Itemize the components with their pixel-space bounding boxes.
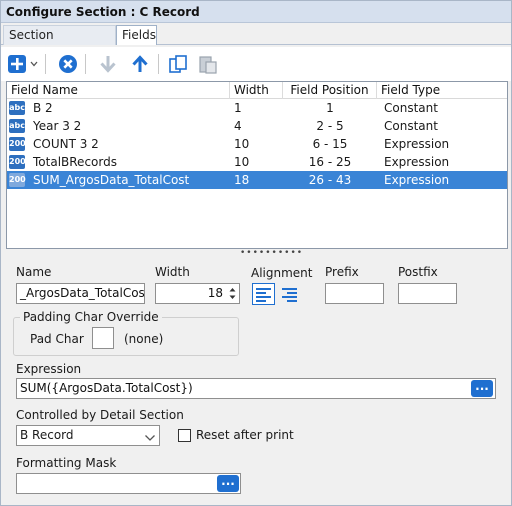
width-cell: 4	[234, 119, 242, 133]
padding-group-title: Padding Char Override	[20, 310, 162, 324]
align-left-icon[interactable]	[252, 283, 275, 305]
padding-char-group: Padding Char Override Pad Char (none)	[13, 310, 239, 356]
type-cell: Constant	[384, 119, 438, 133]
position-cell: 26 - 43	[308, 173, 352, 187]
position-cell: 6 - 15	[312, 137, 348, 151]
alignment-label: Alignment	[251, 266, 313, 280]
column-header-field-position[interactable]: Field Position	[283, 82, 377, 99]
postfix-label: Postfix	[398, 265, 438, 279]
table-row[interactable]: abc Year 3 2 4 2 - 5 Constant	[7, 117, 507, 135]
field-name-cell: COUNT 3 2	[33, 137, 99, 151]
width-cell: 18	[234, 173, 250, 187]
formatting-mask-label: Formatting Mask	[16, 456, 117, 470]
position-cell: 1	[326, 101, 334, 115]
type-cell: Expression	[384, 155, 450, 169]
width-label: Width	[155, 265, 190, 279]
type-cell: Expression	[384, 173, 450, 187]
tab-strip: Section Properties Fields	[1, 23, 511, 61]
copy-icon[interactable]	[167, 53, 189, 75]
table-row[interactable]: 200 TotalBRecords 10 16 - 25 Expression	[7, 153, 507, 171]
pad-char-box[interactable]	[92, 327, 114, 349]
controlled-by-select[interactable]: B Record	[16, 425, 160, 446]
pad-char-label: Pad Char	[30, 332, 84, 346]
splitter-grip[interactable]: ••••••••••	[240, 249, 302, 258]
chevron-down-icon	[144, 430, 156, 449]
spinner-arrows-icon[interactable]	[227, 285, 238, 302]
paste-icon[interactable]	[197, 53, 219, 75]
expression-label: Expression	[16, 362, 82, 376]
toolbar-separator	[158, 54, 159, 74]
dropdown-arrow-icon[interactable]	[28, 53, 40, 75]
column-header-field-name[interactable]: Field Name	[7, 82, 230, 99]
grid-header: Field Name Width Field Position Field Ty…	[7, 82, 507, 99]
name-input[interactable]: _ArgosData_TotalCost	[16, 283, 145, 304]
column-header-field-type[interactable]: Field Type	[377, 82, 508, 99]
position-cell: 2 - 5	[316, 119, 344, 133]
toolbar-separator	[45, 54, 46, 74]
numeric-type-icon: 200	[9, 173, 26, 187]
formatting-mask-input[interactable]	[16, 473, 241, 494]
table-row-selected[interactable]: 200 SUM_ArgosData_TotalCost 18 26 - 43 E…	[7, 171, 507, 189]
width-value: 18	[207, 286, 223, 300]
reset-after-print-label: Reset after print	[196, 428, 294, 442]
numeric-type-icon: 200	[9, 137, 26, 151]
prefix-input[interactable]	[325, 283, 384, 304]
tab-fields[interactable]: Fields	[116, 25, 157, 45]
move-down-icon[interactable]	[97, 53, 119, 75]
controlled-by-label: Controlled by Detail Section	[16, 408, 184, 422]
configure-section-window: Configure Section : C Record Section Pro…	[0, 0, 512, 506]
type-cell: Expression	[384, 137, 450, 151]
reset-after-print-checkbox[interactable]	[178, 429, 191, 442]
width-cell: 1	[234, 101, 242, 115]
field-name-cell: TotalBRecords	[33, 155, 117, 169]
string-type-icon: abc	[9, 101, 25, 115]
add-icon[interactable]	[6, 53, 28, 75]
controlled-by-value: B Record	[20, 428, 74, 442]
prefix-label: Prefix	[325, 265, 359, 279]
position-cell: 16 - 25	[308, 155, 352, 169]
delete-icon[interactable]	[57, 53, 79, 75]
mask-ellipsis-button[interactable]: ...	[217, 475, 239, 492]
toolbar-separator	[85, 54, 86, 74]
tab-section-properties[interactable]: Section Properties	[3, 25, 116, 61]
table-row[interactable]: 200 COUNT 3 2 10 6 - 15 Expression	[7, 135, 507, 153]
fields-toolbar	[1, 47, 511, 81]
numeric-type-icon: 200	[9, 155, 26, 169]
width-cell: 10	[234, 155, 250, 169]
column-header-width[interactable]: Width	[230, 82, 283, 99]
align-right-icon[interactable]	[279, 284, 300, 304]
field-properties-panel: Name _ArgosData_TotalCost Width 18 Align…	[6, 257, 508, 501]
expression-input[interactable]: SUM({ArgosData.TotalCost})	[16, 378, 496, 399]
field-name-cell: SUM_ArgosData_TotalCost	[33, 173, 190, 187]
field-name-cell: Year 3 2	[33, 119, 82, 133]
table-row[interactable]: abc B 2 1 1 Constant	[7, 99, 507, 117]
width-spinner[interactable]: 18	[155, 283, 240, 304]
fields-grid: Field Name Width Field Position Field Ty…	[6, 81, 508, 249]
width-cell: 10	[234, 137, 250, 151]
pad-char-value: (none)	[124, 332, 164, 346]
expression-ellipsis-button[interactable]: ...	[471, 380, 493, 397]
window-title: Configure Section : C Record	[1, 1, 511, 23]
name-label: Name	[16, 265, 52, 279]
field-name-cell: B 2	[33, 101, 53, 115]
move-up-icon[interactable]	[129, 53, 151, 75]
postfix-input[interactable]	[398, 283, 457, 304]
string-type-icon: abc	[9, 119, 25, 133]
type-cell: Constant	[384, 101, 438, 115]
